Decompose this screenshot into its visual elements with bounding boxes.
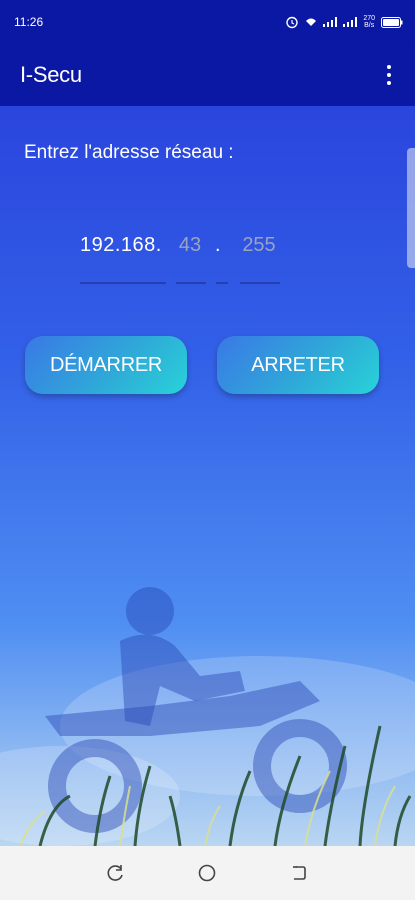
status-time: 11:26	[14, 15, 44, 29]
app-title: I-Secu	[20, 62, 82, 87]
signal-icon	[323, 17, 338, 27]
network-address-label: Entrez l'adresse réseau :	[24, 142, 234, 163]
octet3-underline	[176, 282, 206, 284]
octet4-input[interactable]	[236, 234, 282, 257]
motorcycle-background-image	[0, 106, 415, 846]
ip-prefix: 192.168.	[80, 234, 162, 256]
battery-icon	[381, 16, 403, 28]
net-speed: 270 B/s	[363, 15, 375, 29]
wifi-icon	[306, 18, 317, 26]
navigation-bar	[0, 846, 415, 900]
stop-button[interactable]: ARRETER	[217, 336, 379, 394]
separator-underline	[216, 282, 228, 284]
start-button[interactable]: DÉMARRER	[25, 336, 187, 394]
ip-separator: .	[215, 234, 221, 256]
status-icons: 270 B/s	[285, 15, 403, 29]
ip-address-row: 192.168. .	[0, 234, 415, 294]
main-content: Entrez l'adresse réseau : 192.168. . DÉM…	[0, 106, 415, 846]
prefix-underline	[80, 282, 166, 284]
more-vert-icon[interactable]	[377, 60, 401, 90]
home-icon[interactable]	[187, 853, 227, 893]
alarm-icon	[286, 16, 299, 29]
recent-apps-icon[interactable]	[96, 853, 136, 893]
octet3-input[interactable]	[172, 234, 208, 257]
back-icon[interactable]	[279, 853, 319, 893]
octet4-underline	[240, 282, 280, 284]
signal-icon-2	[343, 17, 358, 27]
status-bar: 11:26 270 B/s	[0, 0, 415, 44]
app-bar: I-Secu	[0, 44, 415, 106]
